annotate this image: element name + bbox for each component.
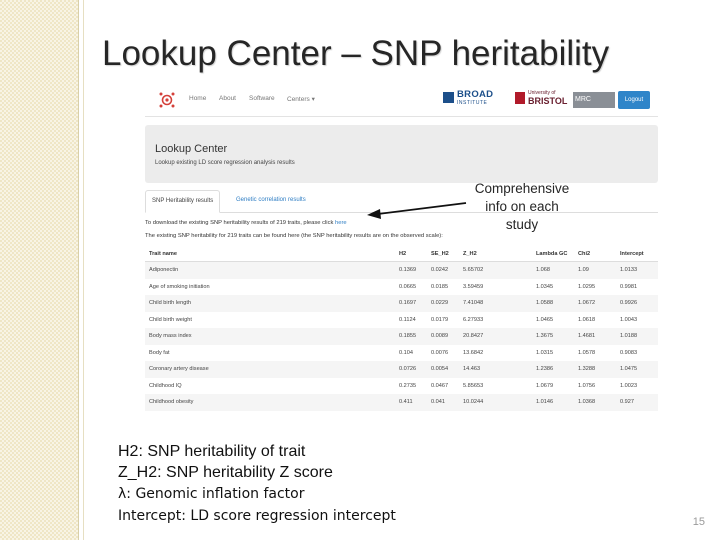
definition-intercept: Intercept: LD score regression intercept xyxy=(118,508,396,524)
definition-h2: H2: SNP heritability of trait xyxy=(118,443,306,460)
definitions-block: H2: SNP heritability of trait Z_H2: SNP … xyxy=(118,441,396,527)
definition-z-h2: Z_H2: SNP heritability Z score xyxy=(118,464,333,481)
page-number: 15 xyxy=(692,516,705,528)
definition-lambda: λ: Genomic inflation factor xyxy=(118,486,305,502)
